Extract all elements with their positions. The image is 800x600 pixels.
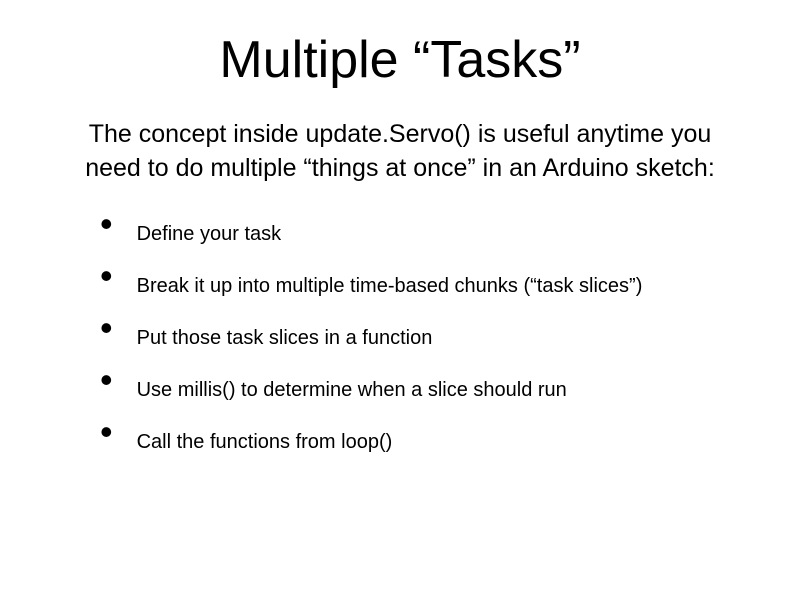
bullet-text: Use millis() to determine when a slice s…	[137, 370, 567, 404]
slide-subtitle: The concept inside update.Servo() is use…	[80, 118, 720, 186]
bullet-text: Define your task	[137, 214, 282, 248]
list-item: • Put those task slices in a function	[100, 318, 740, 352]
list-item: • Break it up into multiple time-based c…	[100, 266, 740, 300]
bullet-text: Break it up into multiple time-based chu…	[137, 266, 643, 300]
bullet-list: • Define your task • Break it up into mu…	[100, 214, 740, 456]
slide-container: Multiple “Tasks” The concept inside upda…	[0, 0, 800, 514]
slide-title: Multiple “Tasks”	[60, 30, 740, 90]
bullet-icon: •	[100, 422, 113, 442]
bullet-text: Call the functions from loop()	[137, 422, 393, 456]
list-item: • Define your task	[100, 214, 740, 248]
bullet-text: Put those task slices in a function	[137, 318, 433, 352]
bullet-icon: •	[100, 370, 113, 390]
bullet-icon: •	[100, 266, 113, 286]
bullet-icon: •	[100, 318, 113, 338]
list-item: • Call the functions from loop()	[100, 422, 740, 456]
bullet-icon: •	[100, 214, 113, 234]
list-item: • Use millis() to determine when a slice…	[100, 370, 740, 404]
